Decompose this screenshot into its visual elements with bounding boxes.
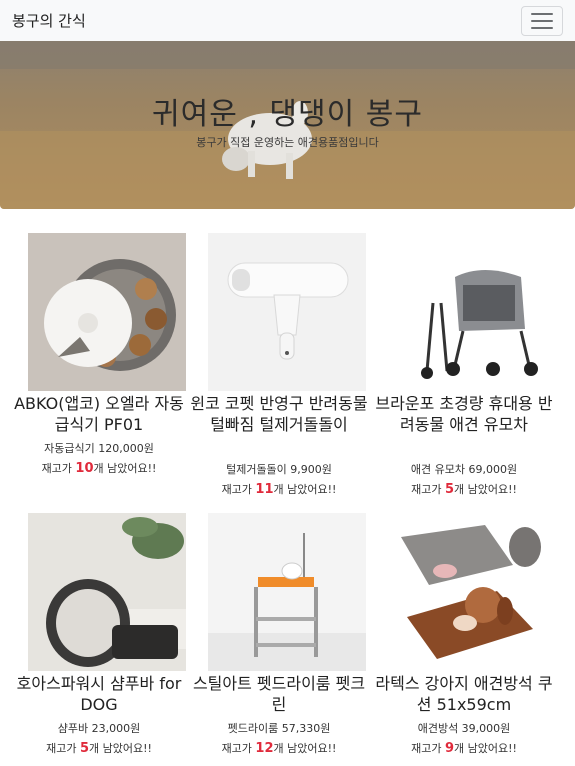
product-name[interactable]: 라텍스 강아지 애견방석 쿠션 51x59cm: [374, 673, 554, 715]
stock-prefix: 재고가: [41, 462, 76, 475]
stock-count: 9: [444, 741, 454, 756]
product-description: 애견방석 39,000원: [417, 722, 511, 735]
product-name-text: 라텍스 강아지 애견방석 쿠션 51x59cm: [375, 674, 553, 714]
stock-suffix: 개 남았어요!!: [273, 483, 337, 496]
stock-suffix: 개 남았어요!!: [93, 462, 157, 475]
stock-count: 11: [255, 482, 274, 497]
product-name-text: 윈코 코펫 반영구 반려동물 털빠짐 털제거돌돌이: [190, 394, 368, 434]
hero-subtitle: 봉구가 직접 운영하는 애견용품점입니다: [196, 136, 379, 149]
product-name-text: 스틸아트 펫드라이룸 펫크린: [192, 674, 366, 714]
product-name-text: 호아스파워시 샴푸바 for DOG: [16, 674, 182, 714]
product-image[interactable]: [208, 513, 366, 671]
product-description: 털제거돌돌이 9,900원: [226, 463, 332, 476]
product-stock: 재고가 12개 남았어요!!: [189, 740, 369, 756]
product-name[interactable]: 브라운포 초경량 휴대용 반려동물 애견 유모차: [374, 393, 554, 435]
hamburger-line: [531, 19, 553, 22]
product-name[interactable]: 스틸아트 펫드라이룸 펫크린: [189, 673, 369, 715]
navbar: 봉구의 간식: [0, 0, 575, 41]
stock-prefix: 재고가: [411, 483, 445, 496]
stock-prefix: 재고가: [221, 483, 256, 496]
hero-banner: 귀여운 , 댕댕이 봉구 봉구가 직접 운영하는 애견용품점입니다: [0, 41, 575, 209]
product-name[interactable]: 호아스파워시 샴푸바 for DOG: [9, 673, 189, 715]
product-stock: 재고가 10개 남았어요!!: [9, 460, 189, 476]
product-stock: 재고가 11개 남았어요!!: [189, 481, 369, 497]
stock-suffix: 개 남았어요!!: [453, 483, 517, 496]
product-stock: 재고가 5개 남았어요!!: [9, 740, 189, 756]
product-stock: 재고가 5개 남았어요!!: [374, 481, 554, 497]
product-image[interactable]: [393, 233, 551, 391]
stock-prefix: 재고가: [46, 742, 80, 755]
product-description: 자동급식기 120,000원: [44, 442, 154, 455]
hamburger-line: [531, 26, 553, 29]
hero-title: 귀여운 , 댕댕이 봉구: [152, 97, 423, 132]
product-description: 애견 유모차 69,000원: [410, 463, 518, 476]
product-description: 펫드라이룸 57,330원: [227, 722, 331, 735]
product-name[interactable]: ABKO(앱코) 오엘라 자동급식기 PF01: [9, 393, 189, 435]
product-name-text: ABKO(앱코) 오엘라 자동급식기 PF01: [14, 394, 184, 434]
brand-link[interactable]: 봉구의 간식: [12, 10, 86, 31]
product-name-text: 브라운포 초경량 휴대용 반려동물 애견 유모차: [375, 394, 553, 434]
stock-count: 5: [444, 482, 454, 497]
product-image[interactable]: [393, 513, 551, 671]
product-image[interactable]: [28, 233, 186, 391]
product-description: 샴푸바 23,000원: [57, 722, 141, 735]
product-stock: 재고가 9개 남았어요!!: [374, 740, 554, 756]
product-image[interactable]: [28, 513, 186, 671]
stock-count: 12: [255, 741, 274, 756]
stock-count: 5: [79, 741, 89, 756]
stock-suffix: 개 남았어요!!: [273, 742, 337, 755]
stock-count: 10: [75, 461, 94, 476]
product-name[interactable]: 윈코 코펫 반영구 반려동물 털빠짐 털제거돌돌이: [189, 393, 369, 435]
stock-prefix: 재고가: [221, 742, 256, 755]
navbar-toggle-button[interactable]: [521, 5, 563, 36]
stock-prefix: 재고가: [411, 742, 445, 755]
hamburger-menu-icon: [531, 12, 553, 15]
product-image[interactable]: [208, 233, 366, 391]
stock-suffix: 개 남았어요!!: [88, 742, 152, 755]
stock-suffix: 개 남았어요!!: [453, 742, 517, 755]
